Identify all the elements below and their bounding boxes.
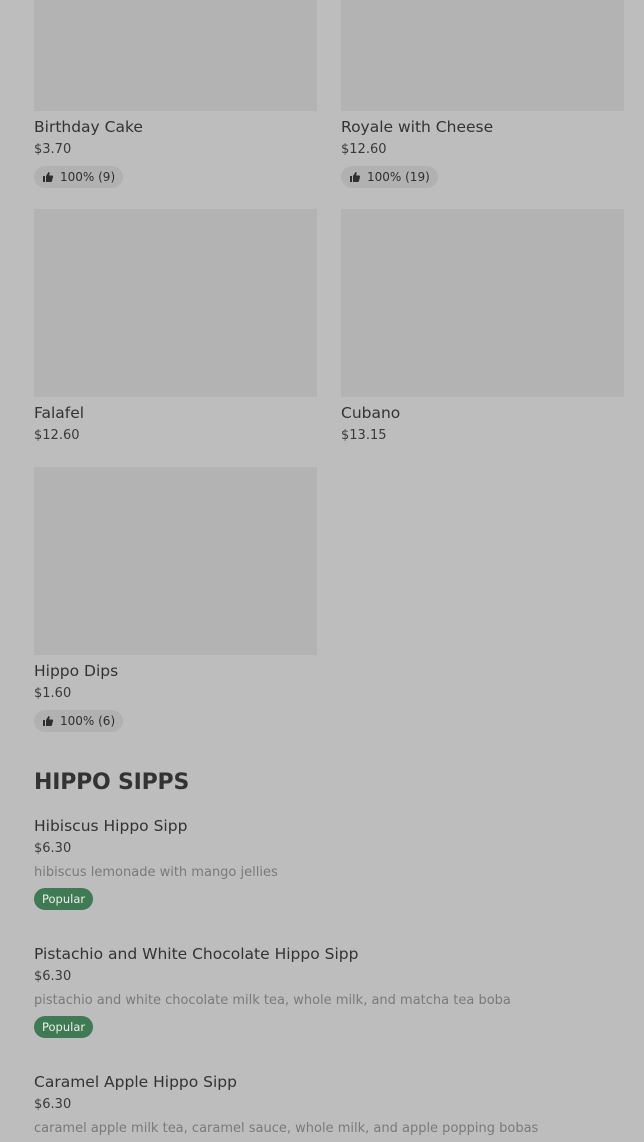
- thumbs-up-icon: [350, 172, 361, 182]
- menu-item-price: $12.60: [341, 142, 387, 157]
- thumbs-up-icon: [43, 716, 54, 726]
- menu-item-image: [34, 209, 317, 397]
- menu-list-item[interactable]: Caramel Apple Hippo Sipp $6.30 caramel a…: [34, 1072, 624, 1137]
- menu-item-price: $1.60: [34, 686, 72, 701]
- rating-text: 100% (19): [367, 170, 430, 184]
- menu-list-item[interactable]: Pistachio and White Chocolate Hippo Sipp…: [34, 944, 624, 1038]
- rating-badge: 100% (9): [34, 166, 124, 188]
- menu-item-price: $13.15: [341, 428, 387, 443]
- section-title: HIPPO SIPPS: [34, 770, 190, 795]
- menu-item-name: Cubano: [341, 404, 401, 422]
- rating-badge: 100% (6): [34, 710, 124, 732]
- menu-item-description: caramel apple milk tea, caramel sauce, w…: [34, 1121, 539, 1136]
- menu-item-image: [341, 209, 624, 397]
- menu-item-card[interactable]: Royale with Cheese $12.60 100% (19): [341, 0, 624, 188]
- menu-list-item[interactable]: Hibiscus Hippo Sipp $6.30 hibiscus lemon…: [34, 816, 624, 910]
- menu-item-name: Birthday Cake: [34, 118, 143, 136]
- menu-item-card[interactable]: Hippo Dips $1.60 100% (6): [34, 467, 317, 732]
- menu-item-price: $6.30: [34, 1097, 72, 1112]
- menu-item-name: Hippo Dips: [34, 662, 119, 680]
- menu-item-name: Falafel: [34, 404, 85, 422]
- menu-item-card[interactable]: Falafel $12.60: [34, 209, 317, 444]
- popular-badge: Popular: [34, 888, 94, 910]
- menu-item-price: $12.60: [34, 428, 80, 443]
- menu-item-price: $3.70: [34, 142, 72, 157]
- menu-item-price: $6.30: [34, 969, 72, 984]
- menu-item-name: Royale with Cheese: [341, 118, 494, 136]
- menu-item-card[interactable]: Cubano $13.15: [341, 209, 624, 444]
- menu-item-image: [341, 0, 624, 111]
- menu-item-name: Pistachio and White Chocolate Hippo Sipp: [34, 945, 359, 963]
- menu-item-image: [34, 467, 317, 655]
- menu-item-price: $6.30: [34, 841, 72, 856]
- menu-item-name: Caramel Apple Hippo Sipp: [34, 1073, 237, 1091]
- rating-badge: 100% (19): [341, 166, 438, 188]
- menu-item-card[interactable]: Birthday Cake $3.70 100% (9): [34, 0, 317, 188]
- menu-item-image: [34, 0, 317, 111]
- thumbs-up-icon: [43, 172, 54, 182]
- menu-item-name: Hibiscus Hippo Sipp: [34, 817, 188, 835]
- menu-item-description: hibiscus lemonade with mango jellies: [34, 865, 278, 880]
- menu-item-description: pistachio and white chocolate milk tea, …: [34, 993, 511, 1008]
- popular-badge: Popular: [34, 1016, 94, 1038]
- rating-text: 100% (6): [60, 714, 116, 728]
- rating-text: 100% (9): [60, 170, 116, 184]
